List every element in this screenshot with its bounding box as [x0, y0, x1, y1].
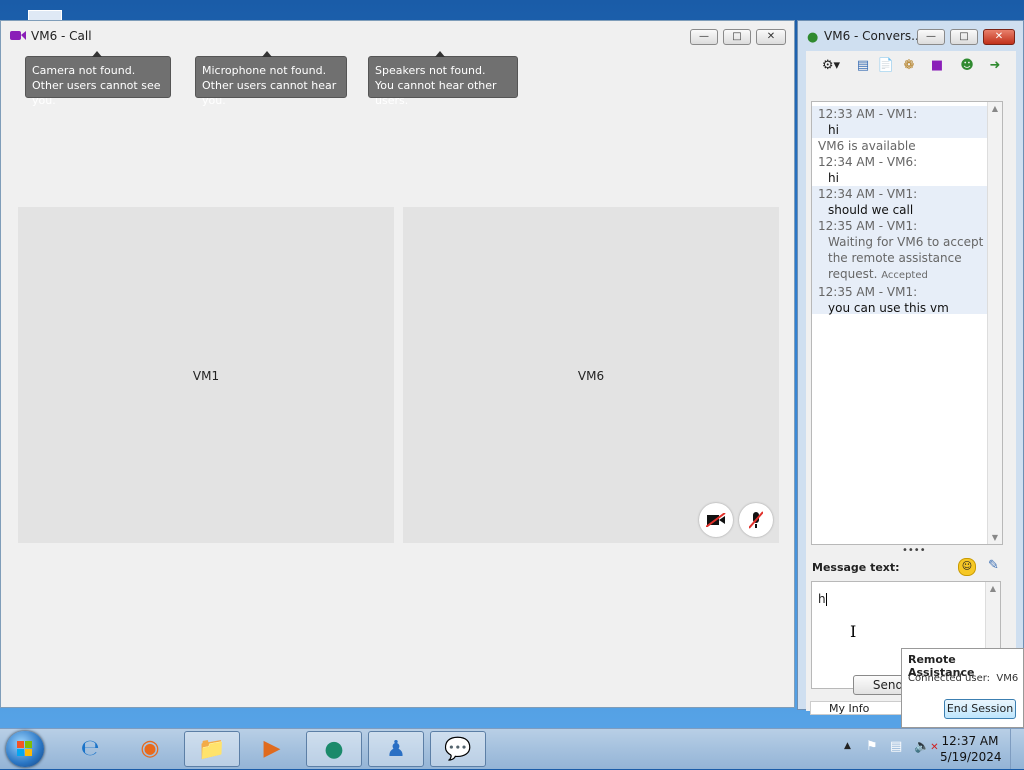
- chat-bubble-icon[interactable]: 💬: [430, 731, 486, 767]
- video-call-icon[interactable]: ■: [928, 57, 946, 75]
- exit-icon[interactable]: ➜: [986, 57, 1004, 75]
- microphone-warning-tooltip: Microphone not found. Other users cannot…: [195, 51, 347, 107]
- font-icon[interactable]: ✎: [988, 558, 999, 573]
- tooltip-line: Camera not found.: [32, 64, 136, 77]
- camera-warning-tooltip: Camera not found. Other users cannot see…: [25, 51, 171, 107]
- send-file-icon[interactable]: 📄: [877, 57, 895, 75]
- contact-icon: ●: [807, 30, 819, 45]
- emoticon-icon[interactable]: ☺: [958, 558, 976, 576]
- chat-scrollbar[interactable]: ▲ ▼: [987, 102, 1002, 544]
- message-header: 12:34 AM - VM1:: [818, 187, 918, 201]
- clock-date: 5/19/2024: [940, 750, 1002, 764]
- pane-label: VM6: [577, 369, 605, 383]
- media-player-icon[interactable]: ▶: [244, 731, 300, 767]
- message-body-line: Waiting for VM6 to accept: [828, 235, 984, 249]
- remote-assistance-icon[interactable]: ❁: [900, 57, 918, 75]
- message-body: should we call: [828, 203, 914, 217]
- message-text-label: Message text:: [812, 561, 900, 574]
- message-header: 12:33 AM - VM1:: [818, 107, 918, 121]
- pane-label: VM1: [192, 369, 220, 383]
- scroll-up-arrow[interactable]: ▲: [988, 104, 1002, 113]
- i-beam-cursor-icon: I: [850, 622, 857, 641]
- chat-message: 12:33 AM - VM1: hi: [812, 106, 993, 138]
- accepted-tag: Accepted: [881, 270, 928, 281]
- close-button[interactable]: ✕: [756, 29, 786, 45]
- tooltip-line: Other users cannot hear you.: [202, 79, 337, 107]
- chat-message: 12:34 AM - VM6: hi: [812, 154, 993, 186]
- video-camera-icon: [10, 30, 26, 41]
- microphone-muted-icon[interactable]: [739, 503, 773, 537]
- tooltip-line: Other users cannot see you.: [32, 79, 161, 107]
- minimize-button[interactable]: —: [917, 29, 945, 45]
- network-app-icon[interactable]: ●: [306, 731, 362, 767]
- video-pane-vm6: VM6: [403, 207, 779, 543]
- maximize-button[interactable]: □: [950, 29, 978, 45]
- speakers-warning-tooltip: Speakers not found. You cannot hear othe…: [368, 51, 518, 107]
- chat-status-message: VM6 is available: [812, 138, 993, 154]
- show-desktop-button[interactable]: [1010, 729, 1024, 769]
- call-window: VM6 - Call — □ ✕ Camera not found. Other…: [0, 20, 795, 708]
- status-text: VM6 is available: [818, 139, 916, 153]
- message-body: hi: [828, 123, 839, 137]
- clock-time: 12:37 AM: [941, 734, 999, 748]
- message-body: you can use this vm: [828, 301, 949, 315]
- file-explorer-icon[interactable]: 📁: [184, 731, 240, 767]
- video-pane-vm1: VM1: [18, 207, 394, 543]
- conversation-window: ● VM6 - Convers... — □ ✕ ⚙▾ ▤ 📄 ❁ ■ ☻ ➜ …: [797, 20, 1024, 715]
- call-window-title: VM6 - Call: [31, 29, 92, 43]
- taskbar: ℮ ◉ 📁 ▶ ● ♟ 💬 ▲ ⚑ ▤ 🔈✕ 12:37 AM 5/19/202…: [0, 728, 1024, 769]
- call-titlebar: VM6 - Call — □ ✕: [1, 21, 794, 49]
- resize-grip[interactable]: ••••: [902, 545, 926, 556]
- end-session-button[interactable]: End Session: [944, 699, 1016, 719]
- taskbar-clock[interactable]: 12:37 AM 5/19/2024: [940, 733, 1002, 765]
- chat-message: 12:34 AM - VM1: should we call 12:35 AM …: [812, 186, 993, 315]
- add-contact-icon[interactable]: ☻: [958, 57, 976, 75]
- tooltip-line: Microphone not found.: [202, 64, 327, 77]
- tooltip-line: Speakers not found.: [375, 64, 486, 77]
- message-body-line: the remote assistance: [828, 251, 962, 265]
- conversation-body: ⚙▾ ▤ 📄 ❁ ■ ☻ ➜ 12:33 AM - VM1: hi VM6 is…: [806, 51, 1016, 715]
- message-body-line: request. Accepted: [818, 266, 993, 284]
- message-header: 12:35 AM - VM1:: [818, 285, 918, 299]
- message-header: 12:34 AM - VM6:: [818, 155, 918, 169]
- message-body-line-text: request.: [828, 267, 878, 281]
- maximize-button[interactable]: □: [723, 29, 751, 45]
- show-hidden-icons-icon[interactable]: ▲: [844, 741, 851, 751]
- network-icon[interactable]: ▤: [890, 739, 902, 754]
- remote-assistance-popup: Remote Assistance Connected user: VM6 En…: [901, 648, 1024, 728]
- message-header: 12:35 AM - VM1:: [818, 219, 918, 233]
- minimize-button[interactable]: —: [690, 29, 718, 45]
- chat-history: 12:33 AM - VM1: hi VM6 is available 12:3…: [811, 101, 1003, 545]
- scroll-down-arrow[interactable]: ▼: [988, 533, 1002, 542]
- history-icon[interactable]: ▤: [854, 57, 872, 75]
- status-bar: My Info: [810, 701, 910, 715]
- connected-user-text: Connected user: VM6: [908, 673, 1019, 684]
- message-body: hi: [828, 171, 839, 185]
- scroll-up-arrow[interactable]: ▲: [986, 584, 1000, 593]
- start-button[interactable]: [6, 731, 44, 767]
- volume-muted-icon[interactable]: 🔈✕: [914, 739, 939, 754]
- my-info-label[interactable]: My Info: [829, 702, 869, 715]
- messenger-icon[interactable]: ♟: [368, 731, 424, 767]
- conversation-window-title: VM6 - Convers...: [824, 29, 923, 43]
- camera-off-icon[interactable]: [699, 503, 733, 537]
- text-cursor: [825, 593, 827, 606]
- close-button[interactable]: ✕: [983, 29, 1015, 45]
- firefox-icon[interactable]: ◉: [122, 731, 178, 767]
- tooltip-line: You cannot hear other users.: [375, 79, 497, 107]
- message-input-value: h: [818, 592, 826, 606]
- options-icon[interactable]: ⚙▾: [818, 57, 844, 75]
- action-center-flag-icon[interactable]: ⚑: [866, 739, 878, 754]
- internet-explorer-icon[interactable]: ℮: [62, 731, 118, 767]
